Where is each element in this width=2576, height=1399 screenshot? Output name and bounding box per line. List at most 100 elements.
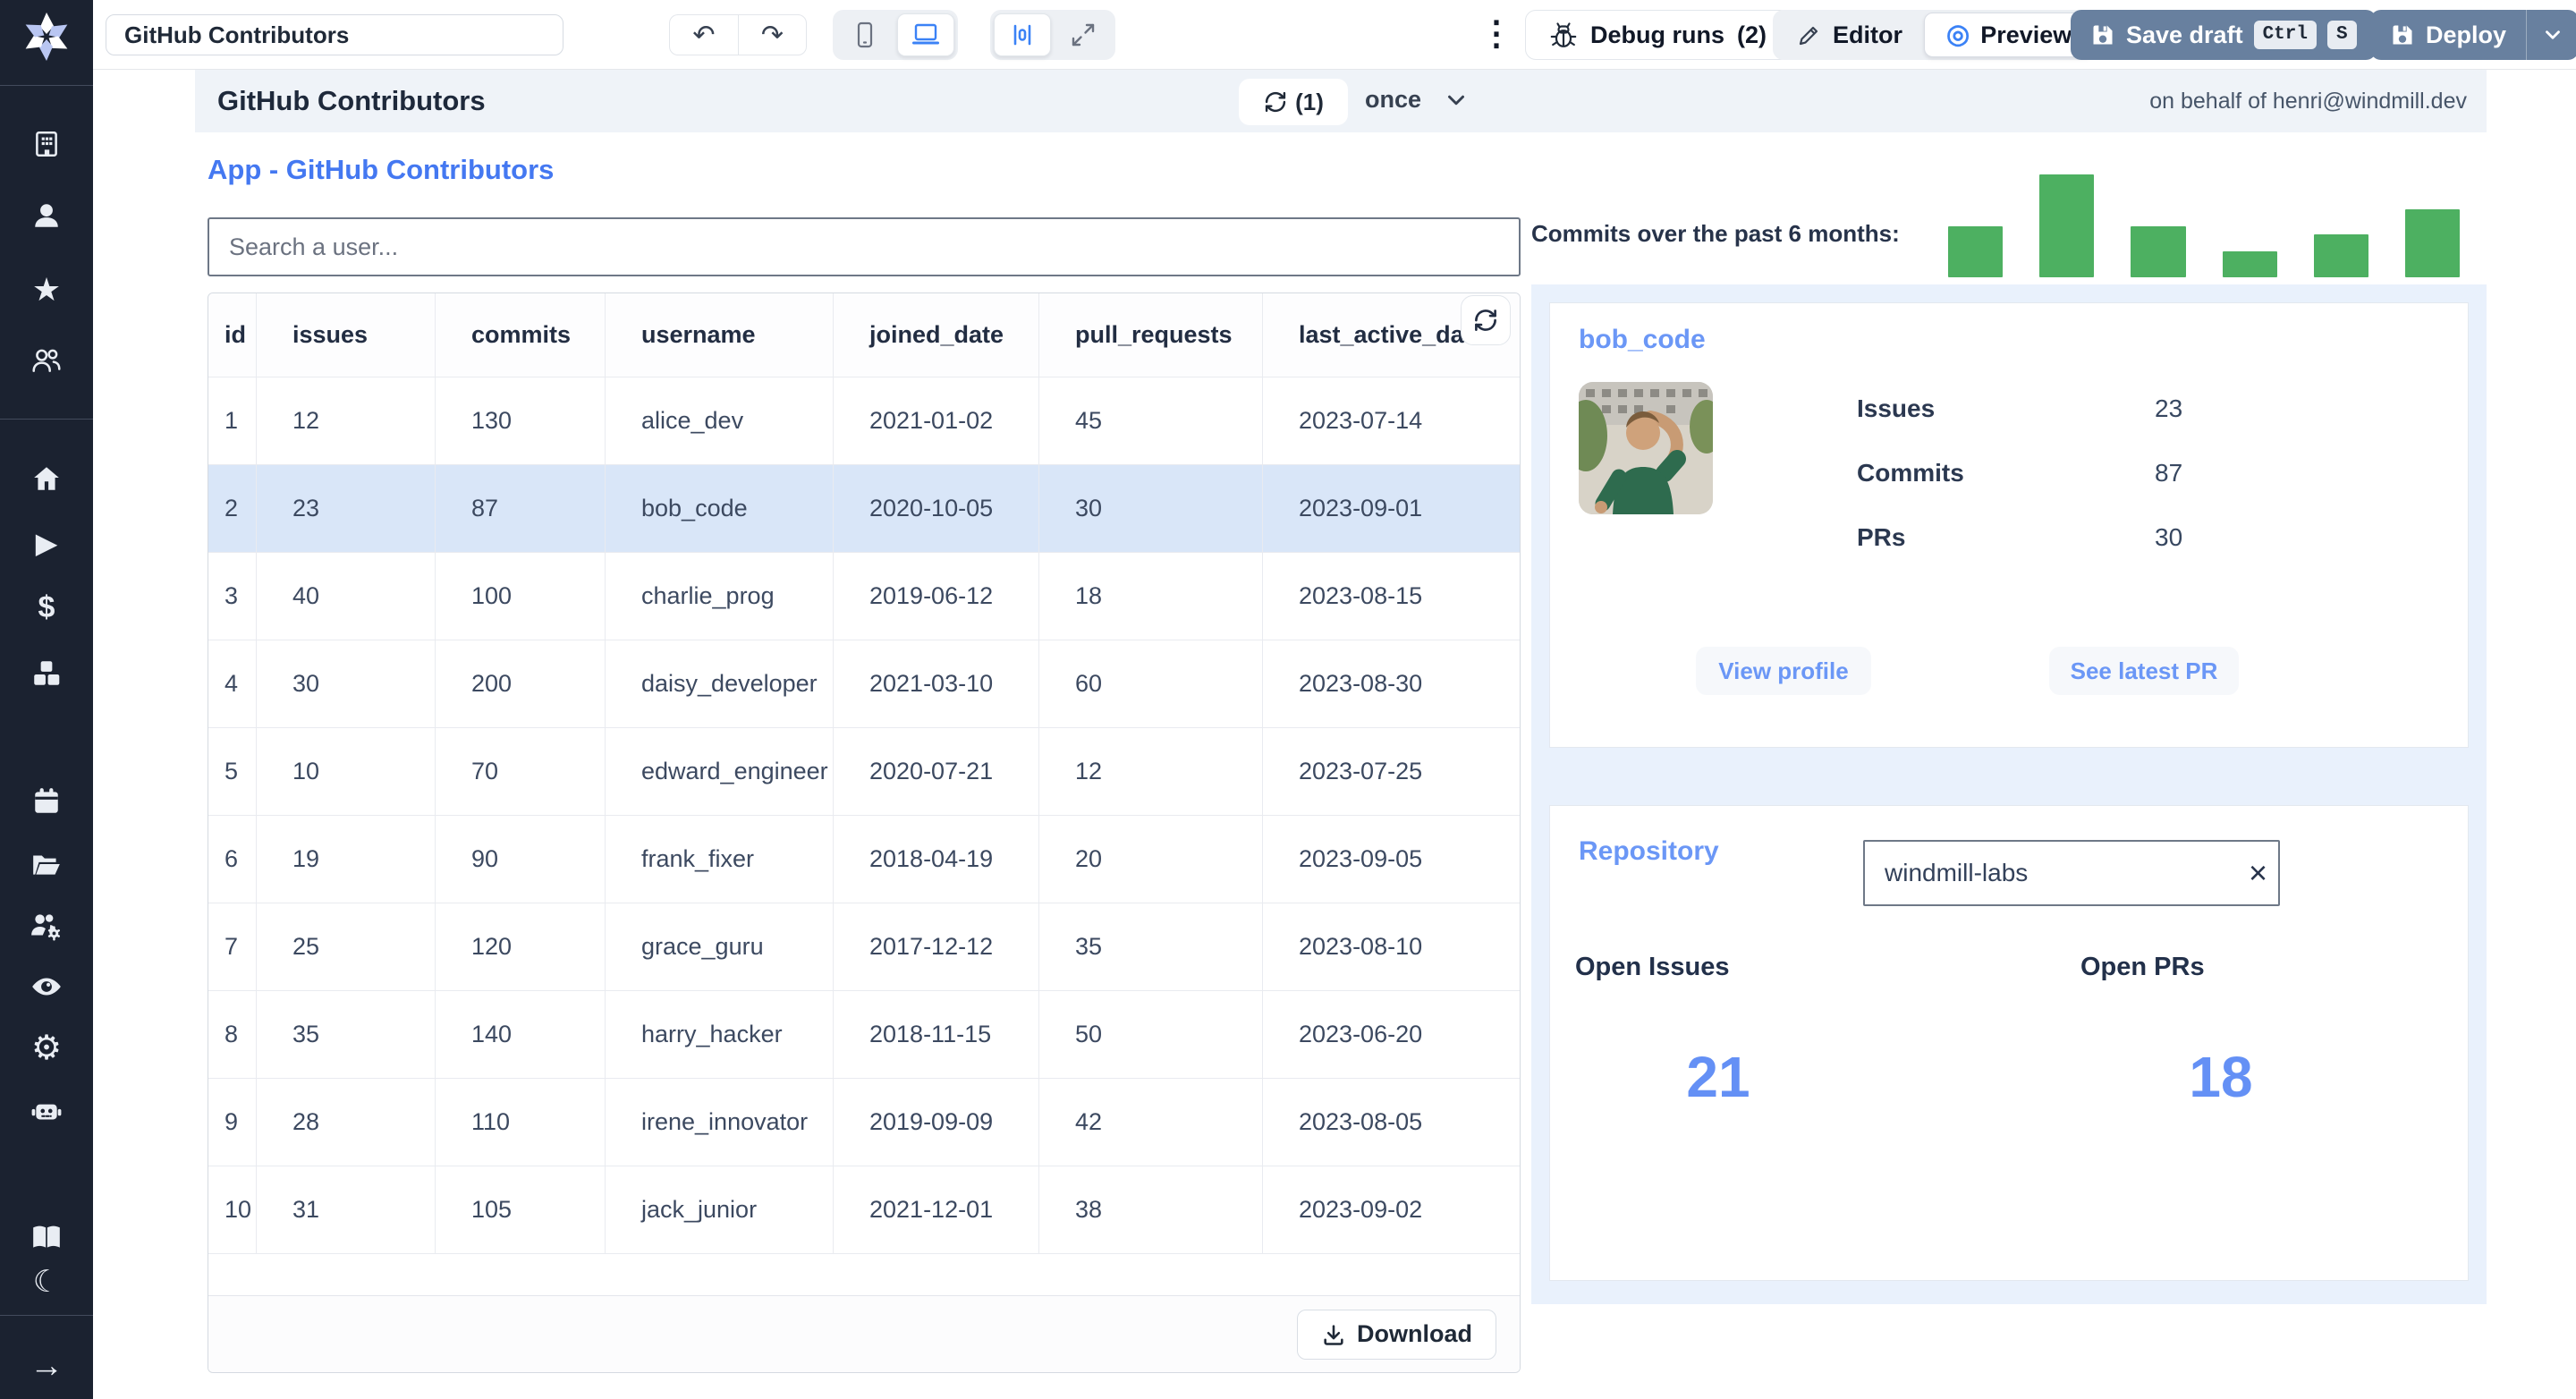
app-refresh-button[interactable]: (1) [1239, 79, 1348, 125]
table-row[interactable]: 10 31 105 jack_junior 2021-12-01 38 2023-09-02 [208, 1166, 1520, 1253]
commits-chart-label: Commits over the past 6 months: [1531, 220, 1900, 247]
table-body: 1 12 130 alice_dev 2021-01-02 45 2023-07-14 2 23… [208, 377, 1520, 1253]
sidebar-item-variables[interactable]: $ [38, 592, 55, 623]
mobile-view-button[interactable] [836, 13, 894, 56]
chevron-down-icon [2546, 30, 2560, 39]
schedule-value: once [1365, 86, 1422, 113]
table-cell: 4 [225, 670, 239, 697]
table-row[interactable]: 6 19 90 frank_fixer 2018-04-19 20 2023-09-05 [208, 815, 1520, 903]
sidebar-item-resources[interactable] [30, 658, 63, 689]
windmill-logo[interactable] [21, 11, 72, 61]
redo-button[interactable]: ↷ [738, 14, 807, 55]
column-header: pull_requests [1038, 293, 1262, 377]
sidebar-item-audit[interactable] [30, 972, 64, 1001]
avatar [1579, 382, 1713, 514]
table-cell: 19 [256, 816, 435, 903]
sidebar-divider [0, 1315, 93, 1316]
table-cell: 2018-11-15 [833, 991, 1038, 1078]
app-refresh-count: (1) [1295, 88, 1324, 115]
star-icon: ★ [31, 271, 62, 308]
column-header: username [605, 293, 833, 377]
center-panels-button[interactable] [994, 13, 1051, 56]
sidebar-collapse-toggle[interactable]: → [30, 1349, 64, 1383]
table-cell: 70 [435, 728, 605, 815]
table-cell: 42 [1038, 1079, 1262, 1166]
table-row[interactable]: 9 28 110 irene_innovator 2019-09-09 42 2023-08… [208, 1078, 1520, 1166]
stat-value: 87 [2155, 459, 2183, 487]
deploy-dropdown-button[interactable] [2527, 10, 2576, 60]
table-row[interactable]: 8 35 140 harry_hacker 2018-11-15 50 2023-06-20 [208, 990, 1520, 1078]
view-profile-button[interactable]: View profile [1696, 647, 1871, 695]
sidebar-item-settings[interactable]: ⚙ [31, 1031, 62, 1065]
download-icon [1324, 1324, 1343, 1345]
sidebar-item-home[interactable] [31, 463, 62, 494]
more-menu-button[interactable]: ⋮ [1470, 16, 1522, 52]
table-cell: 23 [256, 465, 435, 552]
download-button[interactable]: Download [1297, 1309, 1496, 1360]
table-cell: 5 [225, 758, 239, 784]
desktop-view-button[interactable] [897, 13, 954, 56]
user-card-title: bob_code [1579, 325, 1706, 354]
table-cell: 31 [256, 1166, 435, 1253]
table-cell: 6 [225, 845, 239, 872]
table-row[interactable]: 4 30 200 daisy_developer 2021-03-10 60 2023-08… [208, 640, 1520, 727]
schedule-dropdown[interactable]: once [1365, 86, 1470, 114]
open-issues-label: Open Issues [1575, 953, 1730, 981]
table-cell: 10 [225, 1196, 252, 1223]
preview-mode-button[interactable]: ◎ Preview [1924, 13, 2095, 57]
table-cell: 200 [435, 640, 605, 727]
clear-input-icon[interactable]: × [2249, 857, 2267, 889]
table-row[interactable]: 3 40 100 charlie_prog 2019-06-12 18 2023-08-15 [208, 552, 1520, 640]
undo-redo-group: ↶ ↷ [669, 14, 807, 55]
refresh-icon [1265, 91, 1286, 113]
sidebar-item-runs[interactable]: ▶ [36, 529, 58, 557]
table-cell: 12 [1038, 728, 1262, 815]
sidebar-item-schedules[interactable] [31, 786, 62, 817]
app-header-bar: GitHub Contributors (1) once on behalf o… [195, 70, 2487, 132]
repository-card-title: Repository [1579, 836, 1719, 866]
see-latest-pr-button[interactable]: See latest PR [2049, 647, 2239, 695]
on-behalf-text: on behalf of henri@windmill.dev [2149, 89, 2467, 114]
table-refresh-button[interactable] [1461, 295, 1511, 345]
commit-bar [2131, 225, 2186, 277]
table-cell: 2021-12-01 [833, 1166, 1038, 1253]
dollar-icon: $ [38, 590, 55, 624]
page-title: App - GitHub Contributors [208, 154, 555, 185]
table-cell: 50 [1038, 991, 1262, 1078]
sidebar-item-workers[interactable] [30, 911, 64, 941]
refresh-icon [1475, 309, 1496, 331]
deploy-label: Deploy [2426, 21, 2507, 48]
table-cell: 2018-04-19 [833, 816, 1038, 903]
undo-button[interactable]: ↶ [669, 14, 738, 55]
search-input[interactable] [208, 217, 1521, 276]
commit-bar [2222, 251, 2277, 277]
sidebar-item-folders[interactable] [30, 849, 63, 879]
sidebar-item-groups[interactable] [30, 345, 63, 376]
sidebar-item-workspace[interactable] [31, 129, 62, 159]
deploy-button[interactable]: Deploy [2370, 21, 2526, 49]
fullscreen-button[interactable] [1055, 13, 1112, 56]
save-icon [2093, 25, 2113, 45]
editor-mode-button[interactable]: Editor [1775, 13, 1924, 57]
editor-preview-toggle: Editor ◎ Preview [1773, 10, 2097, 60]
sidebar-item-ai[interactable] [30, 1096, 63, 1126]
sidebar-item-user[interactable] [31, 200, 62, 231]
sidebar-item-docs[interactable] [30, 1223, 63, 1251]
repository-input[interactable] [1863, 840, 2280, 906]
debug-runs-button[interactable]: Debug runs (2) [1525, 10, 1792, 60]
table-row[interactable]: 2 23 87 bob_code 2020-10-05 30 2023-09-01 [208, 464, 1520, 552]
app-title-input[interactable] [106, 14, 564, 55]
table-cell: 1 [225, 407, 239, 434]
table-row[interactable]: 7 25 120 grace_guru 2017-12-12 35 2023-08-10 [208, 903, 1520, 990]
save-draft-button[interactable]: Save draft Ctrl S [2071, 10, 2377, 60]
table-row[interactable]: 5 10 70 edward_engineer 2020-07-21 12 2023-07-… [208, 727, 1520, 815]
users-group-icon [32, 349, 61, 372]
table-cell: 2019-06-12 [833, 553, 1038, 640]
sidebar-item-theme[interactable]: ☾ [33, 1267, 60, 1297]
table-cell: bob_code [605, 465, 833, 552]
home-icon [34, 467, 59, 490]
table-cell: daisy_developer [605, 640, 833, 727]
table-row[interactable]: 1 12 130 alice_dev 2021-01-02 45 2023-07-14 [208, 377, 1520, 464]
sidebar-item-favorites[interactable]: ★ [32, 274, 61, 306]
commit-bar [1948, 225, 2004, 277]
